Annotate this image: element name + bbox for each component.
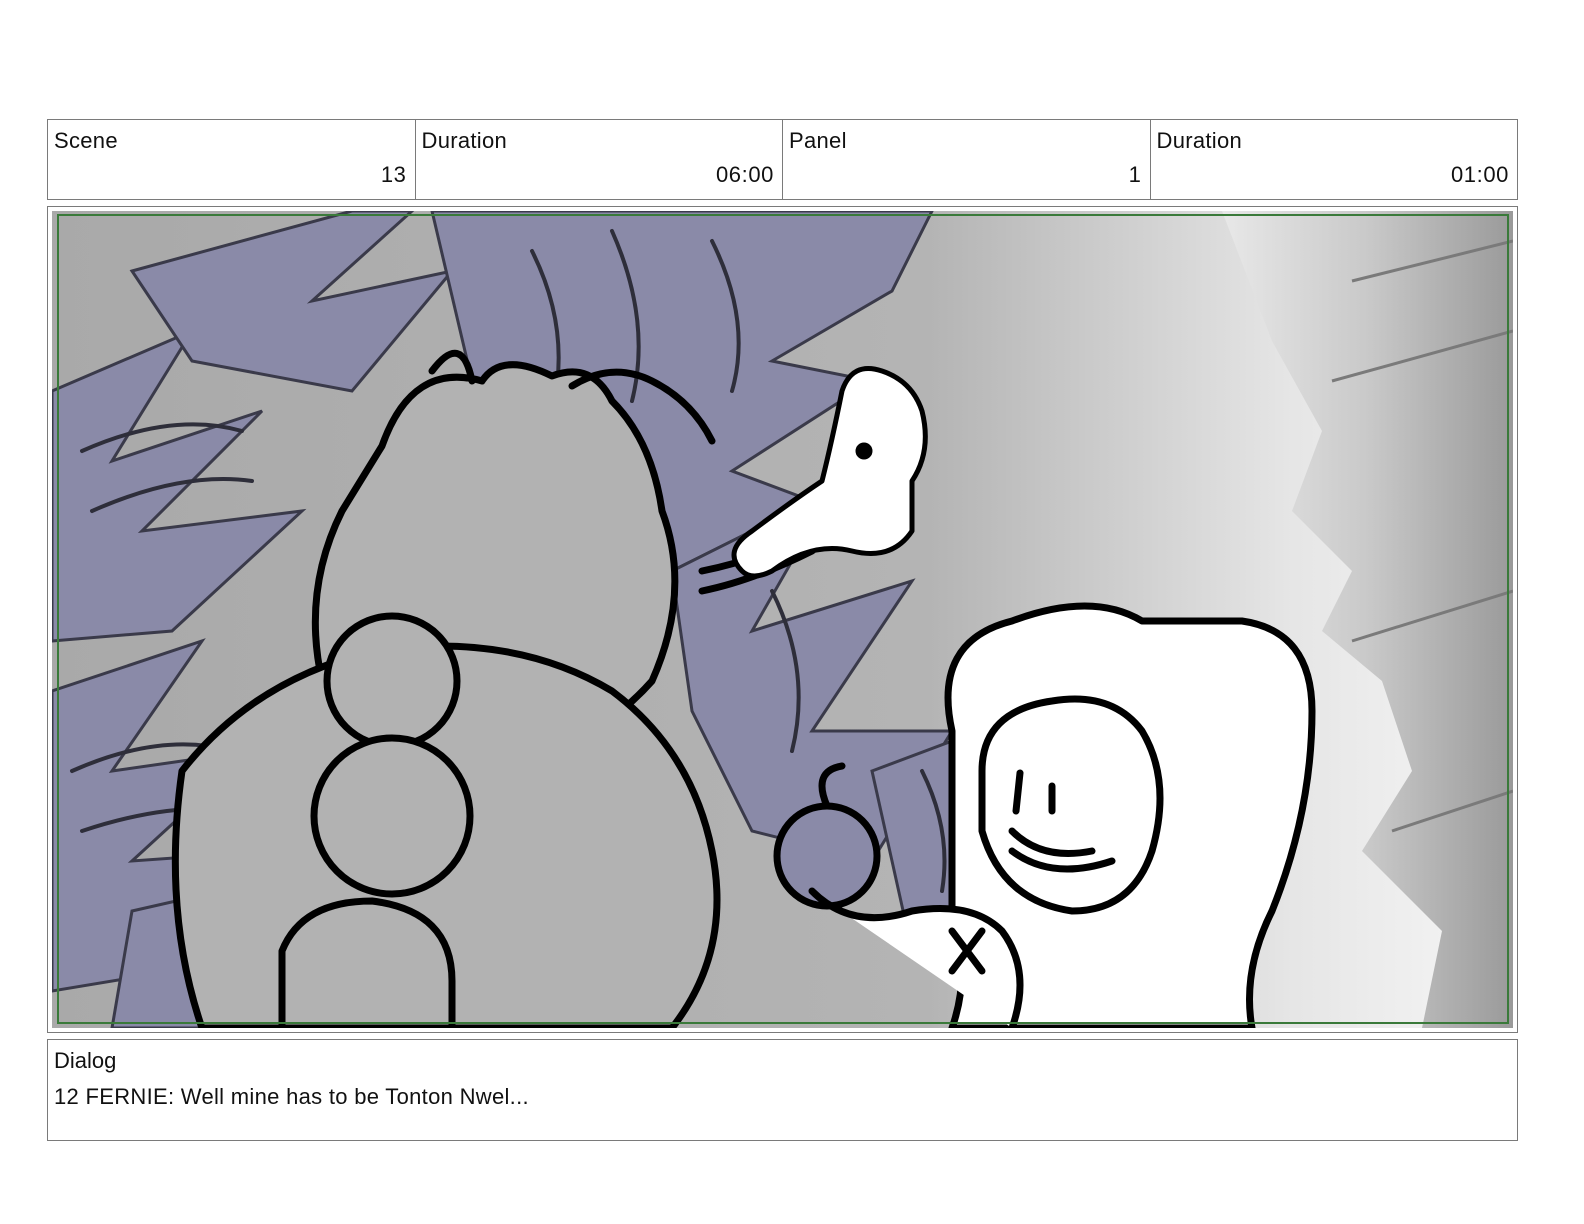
panel-cell: Panel 1 [783, 120, 1151, 199]
dialog-box: Dialog 12 FERNIE: Well mine has to be To… [47, 1039, 1518, 1141]
panel-duration-value: 01:00 [1450, 162, 1509, 187]
scene-cell: Scene 13 [48, 120, 416, 199]
storyboard-sketch [52, 211, 1513, 1028]
panel-duration-label: Duration [1156, 128, 1243, 153]
panel-duration-cell: Duration 01:00 [1151, 120, 1518, 199]
panel-info-header: Scene 13 Duration 06:00 Panel 1 Duration… [47, 119, 1518, 200]
dialog-text: 12 FERNIE: Well mine has to be Tonton Nw… [54, 1084, 529, 1109]
panel-number: 1 [1128, 162, 1142, 187]
dialog-label: Dialog [54, 1048, 117, 1073]
storyboard-panel [47, 206, 1518, 1033]
scene-number: 13 [380, 162, 407, 187]
scene-label: Scene [54, 128, 118, 153]
scene-duration-label: Duration [421, 128, 508, 153]
panel-label: Panel [789, 128, 847, 153]
scene-duration-cell: Duration 06:00 [416, 120, 783, 199]
scene-duration-value: 06:00 [715, 162, 774, 187]
